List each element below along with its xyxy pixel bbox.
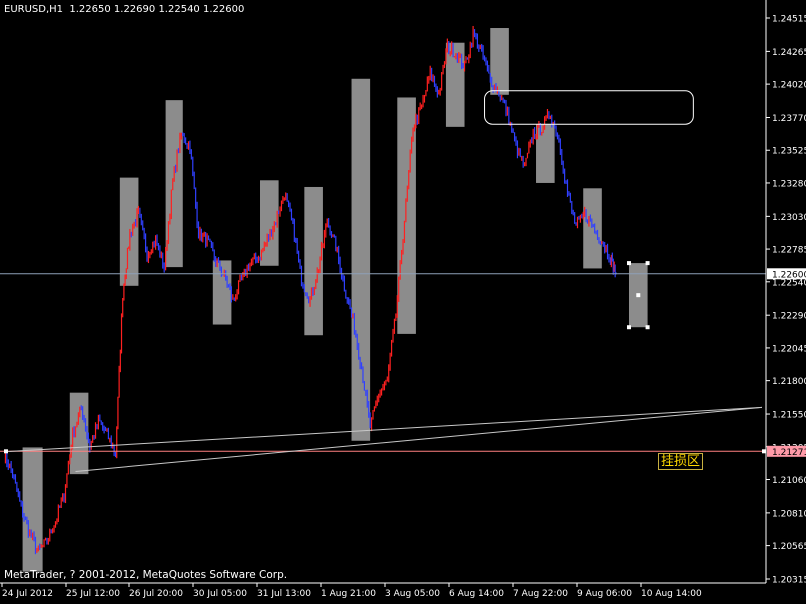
x-tick-label: 7 Aug 22:00 — [513, 589, 568, 599]
x-tick-label: 26 Jul 20:00 — [129, 589, 183, 599]
y-tick-label: 1.24265 — [772, 48, 806, 58]
rectangle-annotation[interactable] — [484, 90, 694, 125]
trend-line[interactable] — [8, 406, 763, 452]
resize-handle[interactable] — [626, 325, 631, 330]
zone-label[interactable]: 挂损区 — [658, 453, 704, 470]
y-tick-label: 1.20565 — [772, 542, 806, 552]
y-tick-label: 1.20315 — [772, 576, 806, 586]
x-tick-label: 10 Aug 14:00 — [641, 589, 702, 599]
chart-window[interactable]: 1.24515 1.24265 1.24020 1.23770 1.23525 1.232… — [0, 0, 806, 600]
y-tick-label: 1.20810 — [772, 509, 806, 519]
y-tick-label: 1.24020 — [772, 81, 806, 91]
line-handle[interactable] — [762, 449, 766, 454]
symbol-label: EURUSD,H1 — [4, 4, 64, 15]
y-tick-label: 1.22785 — [772, 246, 806, 256]
x-tick-label: 6 Aug 14:00 — [449, 589, 504, 599]
alert-price-tag: 1.21271 — [772, 448, 806, 458]
current-price-tag: 1.22600 — [772, 270, 806, 280]
highlight-box[interactable] — [351, 78, 371, 441]
x-tick-label: 9 Aug 06:00 — [577, 589, 632, 599]
line-handle[interactable] — [4, 449, 8, 454]
highlight-boxes — [22, 28, 648, 572]
highlight-box[interactable] — [22, 447, 43, 572]
y-tick-label: 1.21060 — [772, 476, 806, 486]
y-tick-label: 1.21800 — [772, 377, 806, 387]
price-chart[interactable]: 1.24515 1.24265 1.24020 1.23770 1.23525 1.232… — [0, 0, 806, 600]
y-tick-label: 1.23030 — [772, 213, 806, 223]
copyright-text: MetaTrader, ? 2001-2012, MetaQuotes Soft… — [4, 569, 288, 581]
highlight-box[interactable] — [490, 28, 509, 95]
y-tick-label: 1.21550 — [772, 411, 806, 421]
highlight-box[interactable] — [583, 188, 602, 269]
ohlc-values: 1.22650 1.22690 1.22540 1.22600 — [69, 4, 245, 15]
resize-handle[interactable] — [645, 261, 650, 266]
x-tick-label: 30 Jul 05:00 — [193, 589, 247, 599]
time-axis: 24 Jul 2012 25 Jul 12:00 26 Jul 20:00 30 Ju… — [1, 583, 702, 599]
highlight-box[interactable] — [119, 177, 139, 286]
x-tick-label: 24 Jul 2012 — [2, 589, 53, 599]
highlight-box[interactable] — [212, 260, 232, 325]
y-tick-label: 1.24515 — [772, 15, 806, 25]
trend-lines — [8, 406, 763, 472]
highlight-box[interactable] — [536, 124, 555, 183]
x-tick-label: 1 Aug 21:00 — [321, 589, 376, 599]
chart-header: EURUSD,H1 1.22650 1.22690 1.22540 1.2260… — [4, 4, 244, 15]
resize-handle[interactable] — [645, 325, 650, 330]
y-tick-label: 1.22290 — [772, 312, 806, 322]
price-axis: 1.24515 1.24265 1.24020 1.23770 1.23525 1.232… — [766, 15, 806, 586]
x-tick-label: 25 Jul 12:00 — [66, 589, 120, 599]
y-tick-label: 1.23525 — [772, 147, 806, 157]
resize-handle[interactable] — [626, 261, 631, 266]
y-tick-label: 1.23770 — [772, 114, 806, 124]
y-tick-label: 1.23280 — [772, 179, 806, 189]
x-tick-label: 3 Aug 05:00 — [385, 589, 440, 599]
x-tick-label: 31 Jul 13:00 — [257, 589, 311, 599]
y-tick-label: 1.22045 — [772, 344, 806, 354]
resize-handle[interactable] — [636, 293, 641, 298]
